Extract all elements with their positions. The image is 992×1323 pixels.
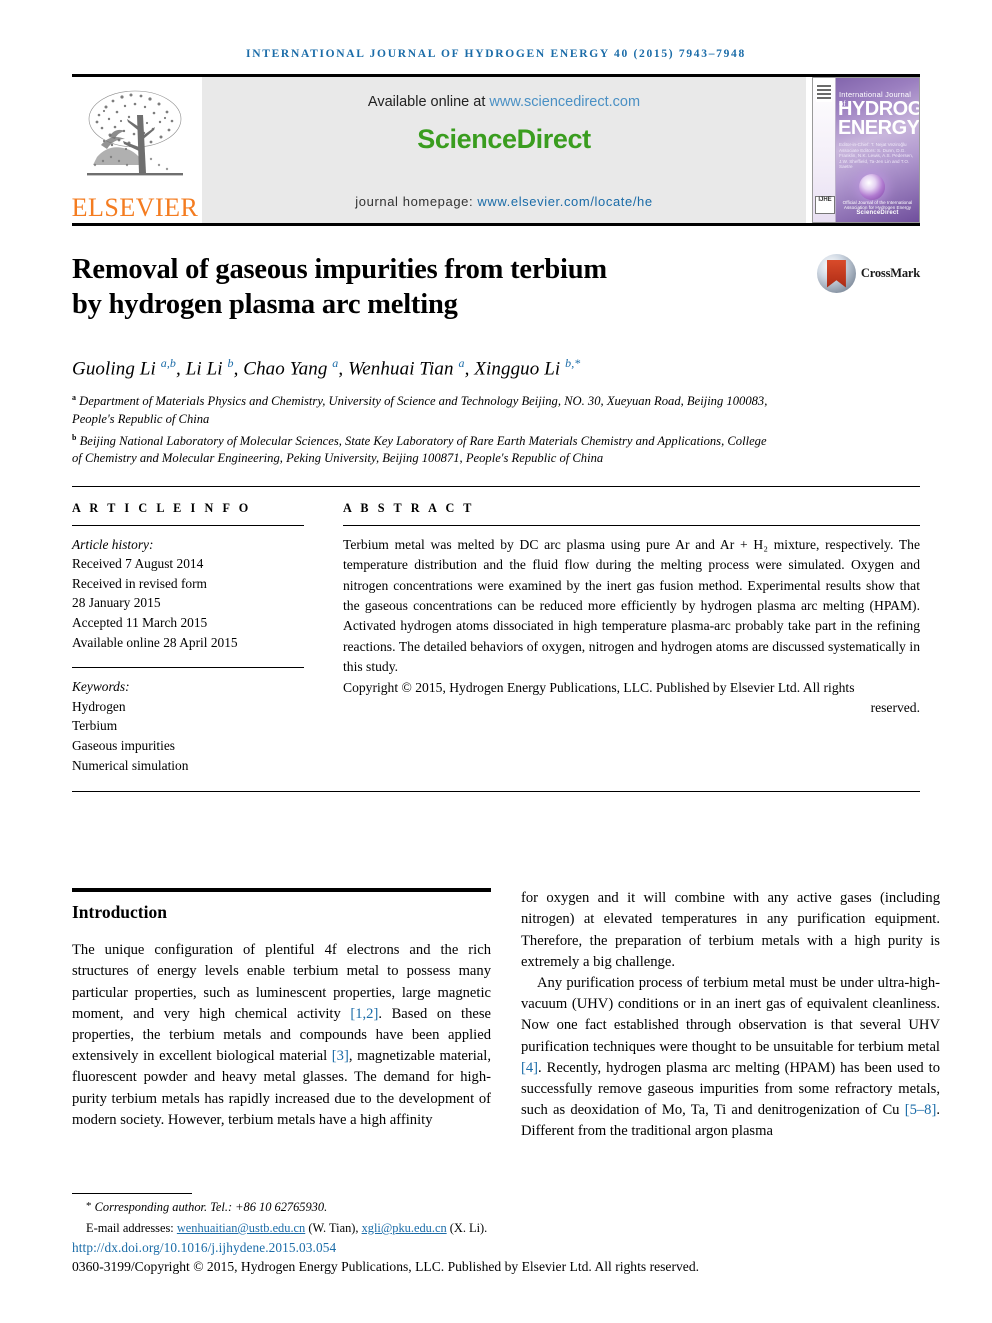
elsevier-wordmark: ELSEVIER bbox=[71, 193, 199, 222]
article-title-line-1: Removal of gaseous impurities from terbi… bbox=[72, 254, 607, 285]
crossmark-icon bbox=[816, 254, 856, 293]
cover-footer: Official Journal of the International As… bbox=[839, 200, 916, 216]
abstract-column: A B S T R A C T Terbium metal was melted… bbox=[304, 501, 920, 776]
email-line: E-mail addresses: wenhuaitian@ustb.edu.c… bbox=[72, 1220, 920, 1237]
cover-title-big: HYDROGEN ENERGY bbox=[838, 99, 920, 139]
article-history-block: Article history: Received 7 August 2014 … bbox=[72, 535, 304, 653]
intro-paragraph-left: The unique configuration of plentiful 4f… bbox=[72, 940, 491, 1131]
sciencedirect-block: Available online at www.sciencedirect.co… bbox=[202, 77, 806, 223]
running-head: International Journal of Hydrogen Energy… bbox=[246, 48, 746, 60]
author-list: Guoling Li a,b, Li Li b, Chao Yang a, We… bbox=[72, 356, 581, 380]
email-1-owner: (W. Tian), bbox=[305, 1220, 362, 1235]
keyword-item: Numerical simulation bbox=[72, 757, 189, 773]
article-history-item: Received 7 August 2014 bbox=[72, 556, 204, 572]
affiliation-b: b Beijing National Laboratory of Molecul… bbox=[72, 429, 772, 468]
sciencedirect-link[interactable]: www.sciencedirect.com bbox=[489, 94, 640, 110]
abstract-copyright-main: Copyright © 2015, Hydrogen Energy Public… bbox=[343, 679, 855, 695]
info-top-rule bbox=[72, 485, 920, 487]
issn-copyright-line: 0360-3199/Copyright © 2015, Hydrogen Ene… bbox=[72, 1259, 700, 1274]
abstract-copyright: Copyright © 2015, Hydrogen Energy Public… bbox=[343, 678, 920, 719]
intro-right-text-a: Any purification process of terbium meta… bbox=[521, 975, 940, 1055]
abstract-copyright-tail: reserved. bbox=[870, 699, 920, 715]
keyword-item: Terbium bbox=[72, 718, 118, 734]
article-history-item: Available online 28 April 2015 bbox=[72, 634, 238, 650]
keywords-rule bbox=[72, 667, 304, 669]
available-online-line: Available online at www.sciencedirect.co… bbox=[202, 77, 806, 110]
keyword-item: Hydrogen bbox=[72, 698, 126, 714]
citation-ref-3[interactable]: [3] bbox=[332, 1048, 349, 1064]
info-bottom-rule bbox=[72, 791, 920, 793]
crossmark-badge-group[interactable]: CrossMark bbox=[816, 254, 920, 293]
article-history-item: 28 January 2015 bbox=[72, 595, 161, 611]
article-history-label: Article history: bbox=[72, 536, 154, 552]
citation-ref-5-8[interactable]: [5–8] bbox=[905, 1102, 937, 1118]
elsevier-tree-icon bbox=[87, 90, 183, 176]
cover-ijhe-icon: IJHE bbox=[815, 196, 835, 214]
available-online-prefix: Available online at bbox=[367, 94, 490, 110]
cover-orb-graphic bbox=[859, 174, 885, 200]
sciencedirect-wordmark: ScienceDirect bbox=[417, 124, 591, 154]
citation-ref-1[interactable]: [1,2] bbox=[350, 1006, 378, 1022]
article-info-column: A R T I C L E I N F O Article history: R… bbox=[72, 501, 304, 776]
affiliation-a-text: Department of Materials Physics and Chem… bbox=[72, 394, 768, 427]
body-columns: Introduction The unique configuration of… bbox=[72, 888, 940, 1142]
elsevier-logo-block: ELSEVIER bbox=[72, 77, 198, 223]
email-2-owner: (X. Li). bbox=[446, 1220, 488, 1235]
introduction-rule bbox=[72, 888, 491, 893]
cover-ijhe-label: IJHE bbox=[818, 197, 832, 203]
journal-homepage-prefix: journal homepage: bbox=[355, 194, 478, 209]
keyword-item: Gaseous impurities bbox=[72, 738, 176, 754]
journal-article-page: International Journal of Hydrogen Energy… bbox=[0, 0, 992, 1323]
crossmark-label: CrossMark bbox=[860, 266, 920, 280]
page-title: Removal of gaseous impurities from terbi… bbox=[72, 252, 772, 322]
keywords-block: Keywords: Hydrogen Terbium Gaseous impur… bbox=[72, 677, 304, 775]
corresponding-author-line: * Corresponding author. Tel.: +86 10 627… bbox=[72, 1198, 920, 1216]
article-history-item: Accepted 11 March 2015 bbox=[72, 615, 208, 631]
intro-right-text-b: . Recently, hydrogen plasma arc melting … bbox=[521, 1059, 940, 1119]
asterisk-icon: * bbox=[86, 1199, 92, 1212]
corresponding-author-text: Corresponding author. Tel.: +86 10 62765… bbox=[94, 1199, 328, 1214]
journal-homepage-line: journal homepage: www.elsevier.com/locat… bbox=[202, 194, 806, 209]
email-label: E-mail addresses: bbox=[86, 1220, 177, 1235]
cover-sciencedirect-mark: ScienceDirect bbox=[856, 209, 899, 216]
article-info-heading: A R T I C L E I N F O bbox=[72, 500, 252, 515]
keywords-label: Keywords: bbox=[72, 679, 130, 695]
body-column-right: for oxygen and it will combine with any … bbox=[521, 888, 940, 1142]
intro-paragraph-right-1: for oxygen and it will combine with any … bbox=[521, 890, 940, 970]
cover-title-big-line2: ENERGY bbox=[838, 117, 920, 139]
article-title-line-2: by hydrogen plasma arc melting bbox=[72, 289, 458, 320]
email-link-tian[interactable]: wenhuaitian@ustb.edu.cn bbox=[177, 1221, 305, 1235]
cover-elsevier-icon bbox=[816, 84, 832, 102]
abstract-rule bbox=[343, 524, 920, 526]
email-link-li[interactable]: xgli@pku.edu.cn bbox=[362, 1221, 447, 1235]
citation-ref-4[interactable]: [4] bbox=[521, 1060, 538, 1076]
intro-paragraph-right-2: Any purification process of terbium meta… bbox=[521, 973, 940, 1143]
page-footnote: * Corresponding author. Tel.: +86 10 627… bbox=[72, 1192, 920, 1275]
article-info-rule bbox=[72, 524, 304, 526]
journal-cover-thumbnail[interactable]: IJHE International Journal of HYDROG EN E… bbox=[812, 77, 920, 223]
abstract-text: Terbium metal was melted by DC arc plasm… bbox=[343, 536, 920, 675]
journal-banner: ELSEVIER Available online at www.science… bbox=[72, 77, 920, 223]
banner-bottom-rule bbox=[72, 223, 920, 226]
info-abstract-row: A R T I C L E I N F O Article history: R… bbox=[72, 501, 920, 776]
affiliation-b-text: Beijing National Laboratory of Molecular… bbox=[72, 433, 767, 466]
cover-footer-text: Official Journal of the International As… bbox=[842, 199, 913, 211]
title-block: CrossMark Removal of gaseous impurities … bbox=[72, 252, 920, 322]
footnote-rule bbox=[72, 1192, 192, 1194]
affiliation-b-marker: b bbox=[72, 432, 77, 442]
introduction-heading: Introduction bbox=[72, 902, 167, 923]
article-history-item: Received in revised form bbox=[72, 575, 207, 591]
affiliation-a-marker: a bbox=[72, 393, 76, 403]
journal-homepage-link[interactable]: www.elsevier.com/locate/he bbox=[477, 194, 652, 209]
doi-link[interactable]: http://dx.doi.org/10.1016/j.ijhydene.201… bbox=[72, 1240, 920, 1256]
body-column-left: Introduction The unique configuration of… bbox=[72, 888, 491, 1142]
cover-editors: Editor-in-Chief: T. Nejat Veziroğlu Asso… bbox=[839, 142, 914, 170]
abstract-heading: A B S T R A C T bbox=[343, 500, 475, 515]
affiliation-a: a Department of Materials Physics and Ch… bbox=[72, 389, 772, 428]
